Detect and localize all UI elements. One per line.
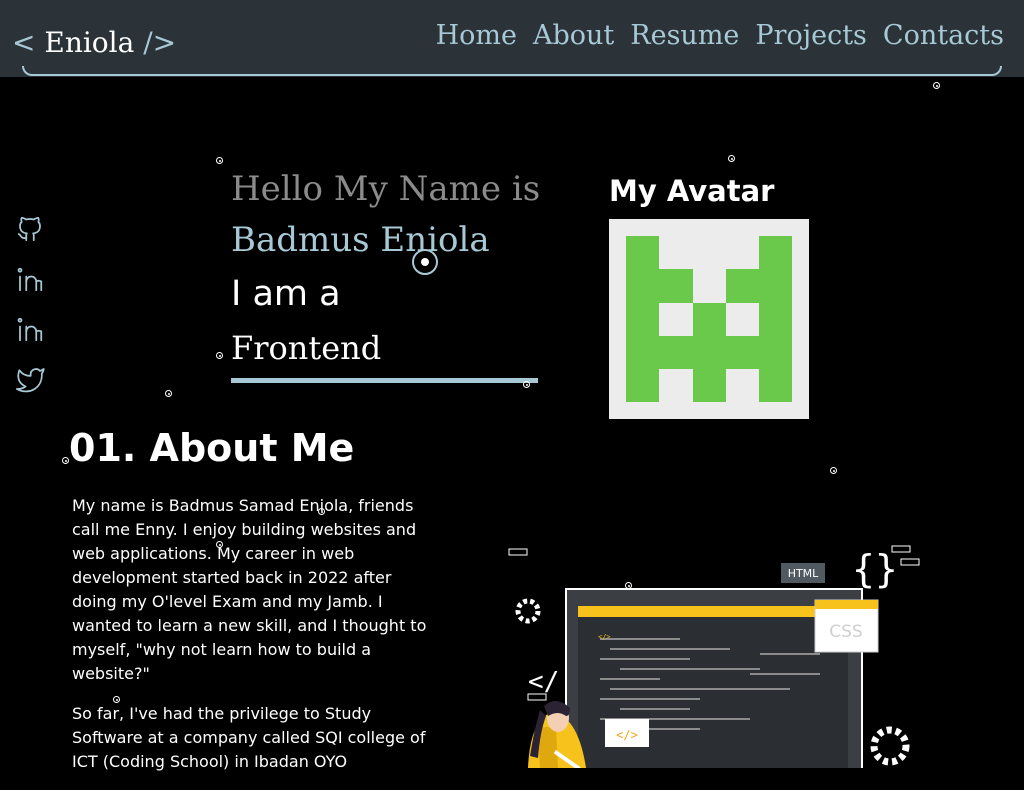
nav-links: Home About Resume Projects Contacts xyxy=(436,20,1004,51)
css-label: CSS xyxy=(829,622,862,642)
avatar-pixel xyxy=(659,269,693,303)
decor-dot xyxy=(625,582,632,589)
hero-greeting: Hello My Name is xyxy=(231,169,541,209)
html-label: HTML xyxy=(788,567,819,580)
hero-iam: I am a xyxy=(231,274,341,314)
about-paragraph-1: My name is Badmus Samad Eniola, friends … xyxy=(72,496,427,683)
decor-dot xyxy=(113,696,120,703)
navbar: < Eniola /> Home About Resume Projects C… xyxy=(0,0,1024,77)
navbar-underline xyxy=(22,66,1002,76)
decor-dot xyxy=(216,352,223,359)
decor-dot xyxy=(523,381,530,388)
decor-dot xyxy=(728,155,735,162)
nav-contacts[interactable]: Contacts xyxy=(883,20,1004,51)
github-icon[interactable] xyxy=(15,214,45,244)
nav-resume[interactable]: Resume xyxy=(630,20,739,51)
avatar-title: My Avatar xyxy=(609,174,775,208)
nav-about[interactable]: About xyxy=(533,20,614,51)
left-code-glyph: </ xyxy=(528,667,559,697)
decor-dot xyxy=(62,457,69,464)
brand-name: Eniola xyxy=(44,26,135,59)
linkedin-icon[interactable] xyxy=(15,264,45,294)
developer-illustration: </> HTML CSS {} </> </ xyxy=(508,545,920,768)
about-text: My name is Badmus Samad Eniola, friends … xyxy=(72,494,427,790)
social-links xyxy=(15,214,47,414)
about-title: 01. About Me xyxy=(69,426,355,470)
avatar-pixel xyxy=(626,236,659,402)
decor-dot xyxy=(216,157,223,164)
decor-dot xyxy=(165,390,172,397)
curly-braces-icon: {} xyxy=(852,547,898,591)
avatar-image xyxy=(609,219,809,419)
decor-dot xyxy=(933,82,940,89)
nav-projects[interactable]: Projects xyxy=(755,20,867,51)
avatar-pixel xyxy=(726,269,759,303)
about-paragraph-2: So far, I've had the privilege to Study … xyxy=(72,704,426,771)
avatar-pixel xyxy=(693,303,726,336)
gear-icon xyxy=(870,726,910,766)
small-code-tag: </> xyxy=(598,633,611,641)
brand-close-bracket: /> xyxy=(143,26,177,59)
cursor-circle-icon xyxy=(412,249,438,275)
code-tag-icon: </> xyxy=(616,728,638,742)
brand-logo[interactable]: < Eniola /> xyxy=(12,26,176,59)
linkedin-icon[interactable] xyxy=(15,314,45,344)
decor-dot xyxy=(216,541,223,548)
hero-role: Frontend xyxy=(231,320,538,383)
decor-dot xyxy=(830,467,837,474)
gear-icon xyxy=(515,598,541,624)
hero-name: Badmus Eniola xyxy=(231,220,490,260)
avatar-pixel xyxy=(759,236,792,402)
nav-home[interactable]: Home xyxy=(436,20,517,51)
decor-dot xyxy=(318,508,325,515)
avatar-pixel xyxy=(693,369,726,402)
brand-open-bracket: < xyxy=(12,26,36,59)
twitter-icon[interactable] xyxy=(15,364,45,394)
hero-section: Hello My Name is Badmus Eniola I am a Fr… xyxy=(231,166,541,383)
avatar-pixel xyxy=(659,336,759,369)
